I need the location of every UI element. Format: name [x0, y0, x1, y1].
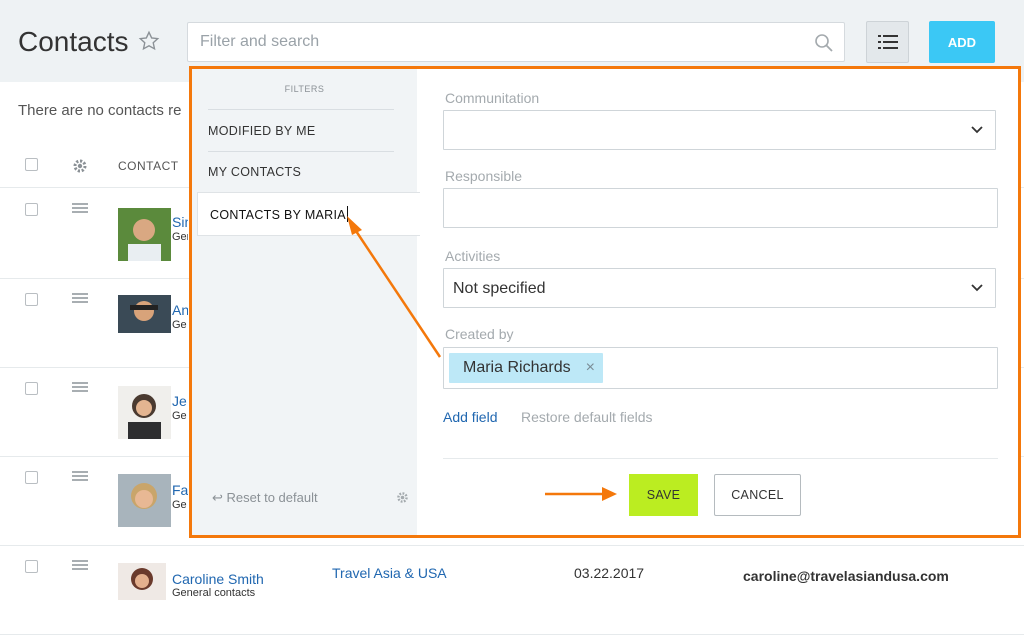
- close-icon[interactable]: ×: [586, 359, 595, 377]
- page-title: Contacts: [18, 26, 129, 57]
- contact-date: 03.22.2017: [574, 565, 645, 581]
- divider: [208, 109, 394, 110]
- list-view-button[interactable]: [866, 21, 909, 63]
- contact-name-link[interactable]: An: [172, 302, 188, 318]
- chevron-down-icon: [971, 126, 983, 134]
- divider: [208, 151, 394, 152]
- table-row[interactable]: Caroline Smith General contacts Travel A…: [0, 546, 1024, 635]
- created-by-tag: Maria Richards ×: [449, 353, 603, 383]
- filter-contacts-by-maria[interactable]: CONTACTS BY MARIA: [197, 192, 420, 236]
- drag-handle-icon[interactable]: [72, 203, 88, 213]
- filter-my-contacts[interactable]: MY CONTACTS: [208, 165, 394, 179]
- column-contact[interactable]: CONTACT: [118, 159, 179, 173]
- search-icon[interactable]: [814, 33, 834, 53]
- filter-name-input[interactable]: CONTACTS BY MARIA: [210, 206, 348, 222]
- row-checkbox[interactable]: [25, 203, 38, 216]
- add-button[interactable]: ADD: [929, 21, 995, 63]
- row-checkbox[interactable]: [25, 382, 38, 395]
- filters-title: FILTERS: [284, 84, 325, 94]
- search-bar[interactable]: [187, 22, 845, 62]
- filter-modified-by-me[interactable]: MODIFIED BY ME: [208, 124, 394, 138]
- drag-handle-icon[interactable]: [72, 382, 88, 392]
- divider: [443, 458, 998, 459]
- communication-select[interactable]: [443, 110, 996, 150]
- filters-panel: FILTERS MODIFIED BY ME MY CONTACTS CONTA…: [192, 69, 420, 535]
- reset-to-default-link[interactable]: ↩ Reset to default: [212, 490, 318, 506]
- save-button[interactable]: SAVE: [629, 474, 698, 516]
- company-link[interactable]: Travel Asia & USA: [332, 565, 447, 581]
- drag-handle-icon[interactable]: [72, 471, 88, 481]
- contact-name-link[interactable]: Sim: [172, 214, 188, 230]
- activities-label: Activities: [445, 248, 501, 264]
- communication-label: Communitation: [445, 90, 540, 106]
- search-input[interactable]: [188, 23, 788, 61]
- contact-type: General contacts: [172, 587, 256, 599]
- contact-name-link[interactable]: Caroline Smith: [172, 571, 264, 587]
- contact-email[interactable]: caroline@travelasiandusa.com: [743, 568, 949, 584]
- add-field-link[interactable]: Add field: [443, 409, 497, 425]
- drag-handle-icon[interactable]: [72, 293, 88, 303]
- responsible-field[interactable]: [443, 188, 998, 228]
- drag-handle-icon[interactable]: [72, 560, 88, 570]
- responsible-label: Responsible: [445, 168, 523, 184]
- list-icon: [878, 35, 898, 49]
- contact-type: Ge: [172, 319, 187, 331]
- cancel-button[interactable]: CANCEL: [714, 474, 801, 516]
- chevron-down-icon: [971, 284, 983, 292]
- avatar: [118, 386, 171, 439]
- row-checkbox[interactable]: [25, 293, 38, 306]
- contact-type: Ge: [172, 410, 187, 422]
- gear-icon[interactable]: [396, 491, 409, 504]
- star-icon[interactable]: [138, 30, 160, 52]
- tag-label: Maria Richards: [463, 359, 571, 376]
- row-checkbox[interactable]: [25, 471, 38, 484]
- gear-icon[interactable]: [72, 158, 88, 174]
- empty-message: There are no contacts re: [18, 102, 182, 119]
- created-by-field[interactable]: Maria Richards ×: [443, 347, 998, 389]
- restore-default-fields-link[interactable]: Restore default fields: [521, 409, 653, 425]
- undo-icon: ↩: [212, 490, 223, 505]
- avatar: [118, 563, 166, 600]
- avatar: [118, 295, 171, 333]
- contact-name-link[interactable]: Je: [172, 393, 188, 409]
- row-checkbox[interactable]: [25, 560, 38, 573]
- activities-value: Not specified: [453, 280, 546, 297]
- avatar: [118, 208, 171, 261]
- contact-type: Gene: [172, 231, 188, 243]
- created-by-label: Created by: [445, 326, 514, 342]
- avatar: [118, 474, 171, 527]
- contact-type: Ge: [172, 499, 187, 511]
- select-all-checkbox[interactable]: [25, 158, 38, 171]
- activities-select[interactable]: Not specified: [443, 268, 996, 308]
- contact-name-link[interactable]: Fa: [172, 482, 188, 498]
- filter-popup: FILTERS MODIFIED BY ME MY CONTACTS CONTA…: [189, 66, 1021, 538]
